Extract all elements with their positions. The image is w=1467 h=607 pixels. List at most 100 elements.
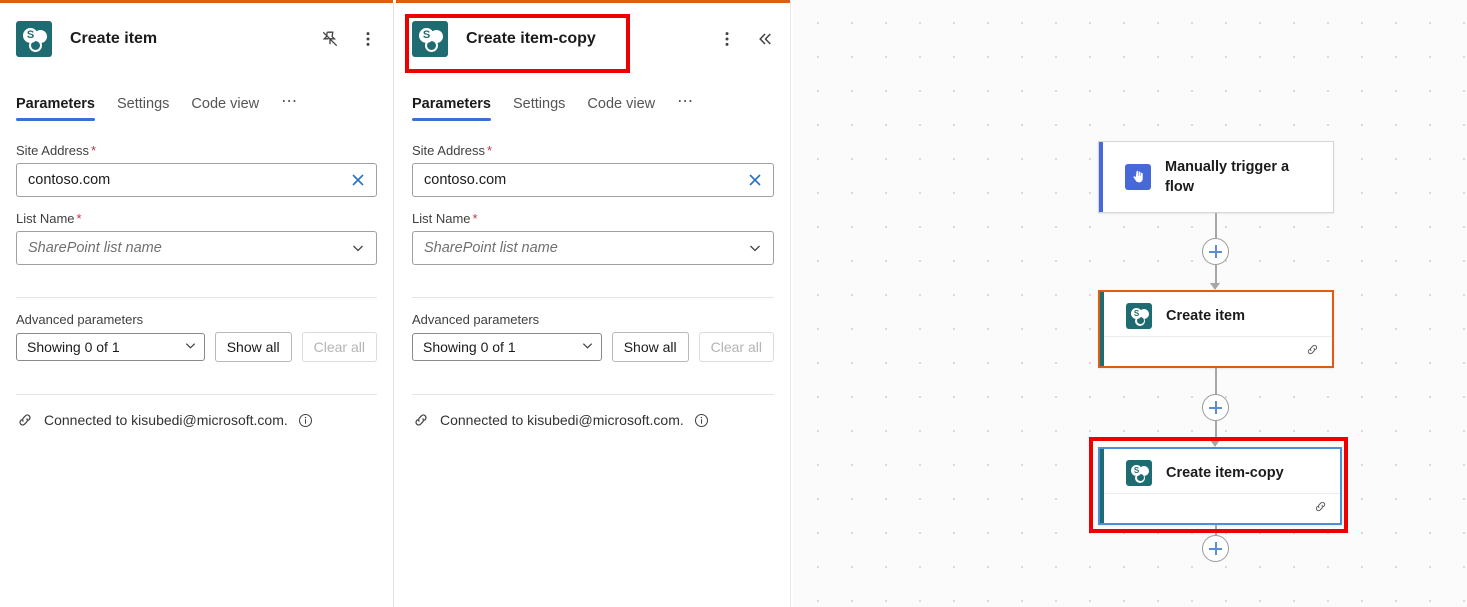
sharepoint-icon: S [16, 21, 52, 57]
field-list-name: List Name * SharePoint list name [412, 211, 774, 265]
advanced-parameters-section: Advanced parameters Showing 0 of 1 Show … [396, 298, 790, 362]
advanced-parameters-row: Showing 0 of 1 Show all Clear all [412, 332, 774, 362]
advanced-showing-value: Showing 0 of 1 [27, 339, 120, 355]
site-address-label: Site Address * [412, 143, 774, 158]
flow-node-create-item-copy[interactable]: S Create item-copy [1098, 447, 1342, 525]
site-address-input[interactable]: contoso.com [16, 163, 377, 197]
list-name-label: List Name * [412, 211, 774, 226]
sharepoint-icon: S [1126, 460, 1152, 486]
panel-header-actions [716, 28, 776, 50]
site-address-value: contoso.com [424, 172, 507, 188]
chevron-down-icon [581, 339, 594, 355]
node-footer [1104, 336, 1332, 366]
show-all-button[interactable]: Show all [611, 332, 689, 362]
node-body: S Create item [1100, 292, 1332, 340]
flow-connector [1215, 421, 1217, 441]
required-asterisk: * [472, 211, 478, 226]
flow-arrowhead [1210, 440, 1220, 447]
clear-all-button: Clear all [301, 332, 377, 362]
list-name-label-text: List Name [16, 211, 75, 226]
site-address-input[interactable]: contoso.com [412, 163, 774, 197]
connection-status: Connected to kisubedi@microsoft.com. [396, 395, 790, 429]
tab-parameters-label: Parameters [16, 96, 95, 112]
list-name-dropdown[interactable]: SharePoint list name [16, 231, 377, 265]
list-name-placeholder: SharePoint list name [28, 240, 162, 256]
flow-connector [1215, 368, 1217, 395]
info-icon[interactable] [298, 413, 313, 428]
site-address-value: contoso.com [28, 172, 111, 188]
panel-tabs-create-item-copy: Parameters Settings Code view ⋯ [396, 75, 790, 121]
tab-parameters[interactable]: Parameters [16, 96, 95, 121]
flow-canvas[interactable]: Manually trigger a flow S Create item S … [793, 0, 1467, 607]
tab-parameters-label: Parameters [412, 96, 491, 112]
flow-connector [1215, 213, 1217, 238]
page-title: Create item-copy [466, 30, 596, 47]
link-icon [1313, 499, 1328, 519]
advanced-showing-select[interactable]: Showing 0 of 1 [16, 333, 205, 361]
tab-code-view[interactable]: Code view [191, 96, 259, 121]
site-address-label-text: Site Address [412, 143, 485, 158]
advanced-parameters-label: Advanced parameters [16, 312, 144, 327]
tab-overflow-icon[interactable]: ⋯ [281, 91, 298, 121]
panel-header-create-item-copy: S Create item-copy [396, 3, 790, 75]
field-site-address: Site Address * contoso.com [412, 143, 774, 197]
site-address-label-text: Site Address [16, 143, 89, 158]
advanced-parameters-row: Showing 0 of 1 Show all Clear all [16, 332, 377, 362]
collapse-icon[interactable] [754, 28, 776, 50]
add-action-button-1[interactable] [1202, 238, 1229, 265]
show-all-button[interactable]: Show all [214, 332, 292, 362]
field-list-name: List Name * SharePoint list name [16, 211, 377, 265]
parameters-form-create-item: Site Address* contoso.com List Name* S [0, 121, 393, 265]
clear-icon[interactable] [348, 170, 368, 190]
tab-overflow-icon[interactable]: ⋯ [677, 91, 694, 121]
connection-text: Connected to kisubedi@microsoft.com. [44, 412, 288, 428]
flow-arrowhead [1210, 283, 1220, 290]
tab-settings[interactable]: Settings [117, 96, 169, 121]
link-icon [412, 411, 430, 429]
unpin-icon[interactable] [319, 28, 341, 50]
tab-settings[interactable]: Settings [513, 96, 565, 121]
link-icon [1305, 342, 1320, 362]
connection-text: Connected to kisubedi@microsoft.com. [440, 412, 684, 428]
sharepoint-icon: S [412, 21, 448, 57]
add-action-button-2[interactable] [1202, 394, 1229, 421]
hand-pointer-icon [1125, 164, 1151, 190]
node-label: Create item [1166, 308, 1245, 324]
flow-connector [1215, 265, 1217, 284]
panel-header-create-item: S Create item [0, 3, 393, 75]
panel-divider [393, 3, 394, 607]
advanced-showing-select[interactable]: Showing 0 of 1 [412, 333, 602, 361]
tab-parameters[interactable]: Parameters [412, 96, 491, 121]
node-label: Manually trigger a flow [1165, 159, 1290, 195]
flow-node-manually-trigger-a-flow[interactable]: Manually trigger a flow [1098, 141, 1334, 213]
tab-code-view[interactable]: Code view [587, 96, 655, 121]
clear-icon[interactable] [745, 170, 765, 190]
power-automate-designer: S Create item Parameters Settings Code v… [0, 0, 1467, 607]
info-icon[interactable] [694, 413, 709, 428]
more-options-icon[interactable] [716, 28, 738, 50]
parameters-form-create-item-copy: Site Address* contoso.com List Name* S [396, 121, 790, 265]
panel-header-actions [319, 28, 379, 50]
link-icon [16, 411, 34, 429]
advanced-showing-value: Showing 0 of 1 [423, 339, 516, 355]
node-footer [1104, 493, 1340, 523]
list-name-label-text: List Name [412, 211, 471, 226]
clear-all-button: Clear all [698, 332, 774, 362]
flow-node-create-item[interactable]: S Create item [1098, 290, 1334, 368]
node-accent-bar [1099, 142, 1103, 212]
more-options-icon[interactable] [357, 28, 379, 50]
panel-tabs-create-item: Parameters Settings Code view ⋯ [0, 75, 393, 121]
site-address-label: Site Address * [16, 143, 377, 158]
panel-right-edge [790, 0, 791, 607]
node-label: Create item-copy [1166, 465, 1284, 481]
chevron-down-icon[interactable] [745, 238, 765, 258]
add-action-button-3[interactable] [1202, 535, 1229, 562]
sharepoint-icon: S [1126, 303, 1152, 329]
tab-code-view-label: Code view [191, 96, 260, 112]
chevron-down-icon[interactable] [348, 238, 368, 258]
list-name-label: List Name * [16, 211, 377, 226]
page-title: Create item [70, 30, 158, 47]
action-panel-create-item: S Create item Parameters Settings Code v… [0, 0, 393, 607]
required-asterisk: * [76, 211, 82, 226]
list-name-dropdown[interactable]: SharePoint list name [412, 231, 774, 265]
